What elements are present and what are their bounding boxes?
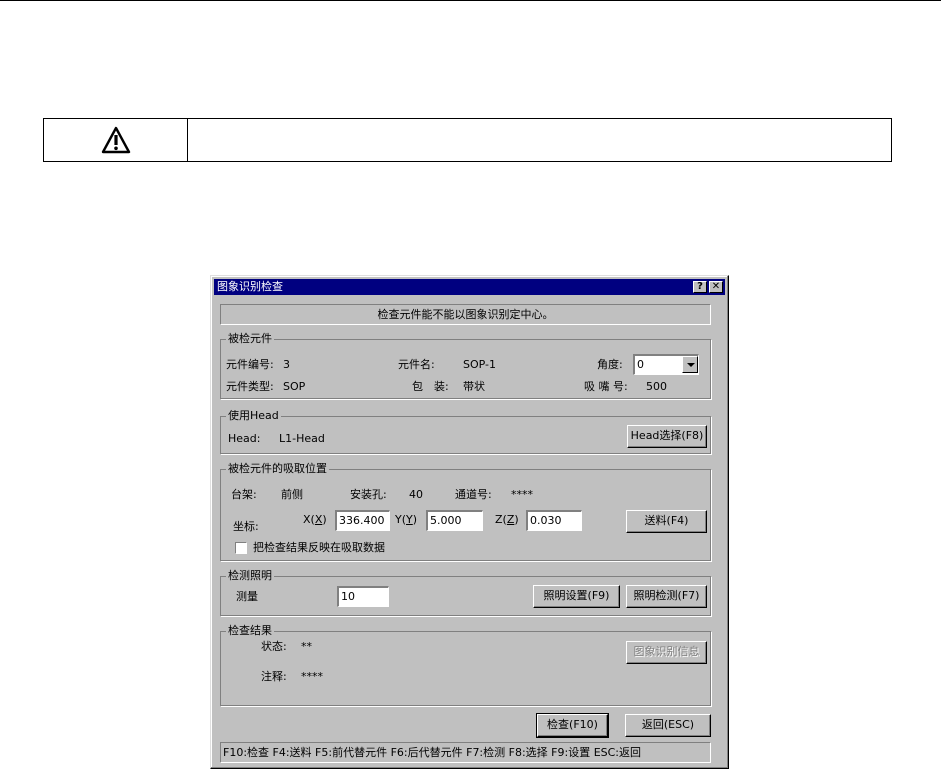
nozzle-label: 吸 嘴 号: <box>584 380 628 393</box>
head-value: L1-Head <box>279 432 325 445</box>
lighting-settings-button[interactable]: 照明设置(F9) <box>533 585 620 608</box>
warning-box <box>43 118 892 162</box>
result-status-value: ** <box>301 640 312 653</box>
measure-label: 测量 <box>236 590 258 603</box>
instruction-message: 检查元件能不能以图象识别定中心。 <box>220 304 711 325</box>
top-rule <box>0 0 941 1</box>
rack-label: 台架: <box>231 488 257 501</box>
result-group-legend: 检查结果 <box>226 624 274 638</box>
feed-button[interactable]: 送料(F4) <box>626 510 707 533</box>
angle-select-value: 0 <box>637 358 644 371</box>
nozzle-value: 500 <box>646 380 667 393</box>
package-value: 带状 <box>463 380 485 393</box>
reflect-result-checkbox[interactable] <box>235 542 247 554</box>
component-type-label: 元件类型: <box>226 380 274 393</box>
y-coordinate-input[interactable]: 5.000 <box>426 510 483 531</box>
lighting-group-legend: 检测照明 <box>226 569 274 583</box>
package-label: 包 装: <box>412 380 449 393</box>
help-button[interactable]: ? <box>693 281 707 293</box>
recognition-info-button[interactable]: 图象识别信息 <box>626 641 707 664</box>
pickup-position-group: 被检元件的吸取位置 台架: 前侧 安装孔: 40 通道号: **** 坐标: X… <box>220 462 711 561</box>
warning-icon <box>101 126 130 154</box>
z-field-label: Z(Z) <box>495 513 519 526</box>
component-number-label: 元件编号: <box>226 358 274 371</box>
component-name-value: SOP-1 <box>463 358 496 371</box>
title-bar: 图象识别检查 ? ✕ <box>214 279 725 295</box>
head-select-button[interactable]: Head选择(F8) <box>627 425 707 448</box>
mount-hole-value: 40 <box>409 488 423 501</box>
result-note-value: **** <box>301 670 323 683</box>
rack-value: 前侧 <box>281 488 303 501</box>
result-status-label: 状态: <box>261 640 287 653</box>
reflect-result-label[interactable]: 把检查结果反映在吸取数据 <box>253 541 385 555</box>
measure-input[interactable]: 10 <box>337 586 389 607</box>
chevron-down-icon[interactable] <box>682 356 698 373</box>
angle-select[interactable]: 0 <box>633 354 699 375</box>
head-label: Head: <box>228 432 261 445</box>
close-button[interactable]: ✕ <box>709 281 723 293</box>
component-type-value: SOP <box>283 380 306 393</box>
channel-value: **** <box>511 488 533 501</box>
warning-icon-cell <box>44 119 188 161</box>
back-button[interactable]: 返回(ESC) <box>625 714 711 737</box>
x-field-label: X(X) <box>303 513 327 526</box>
coordinate-label: 坐标: <box>233 520 259 533</box>
component-number-value: 3 <box>283 358 290 371</box>
lighting-test-button[interactable]: 照明检测(F7) <box>626 585 707 608</box>
result-note-label: 注释: <box>261 670 287 683</box>
z-coordinate-input[interactable]: 0.030 <box>526 510 582 531</box>
pickup-group-legend: 被检元件的吸取位置 <box>226 462 329 476</box>
lighting-group: 检测照明 测量 10 照明设置(F9) 照明检测(F7) <box>220 569 711 616</box>
y-field-label: Y(Y) <box>395 513 418 526</box>
component-group: 被检元件 元件编号: 3 元件名: SOP-1 角度: 0 元件类型: SOP … <box>220 332 711 399</box>
status-bar: F10:检查 F4:送料 F5:前代替元件 F6:后代替元件 F7:检测 F8:… <box>220 742 711 763</box>
angle-label: 角度: <box>597 358 623 371</box>
channel-label: 通道号: <box>455 488 492 501</box>
head-group-legend: 使用Head <box>226 409 281 423</box>
head-group: 使用Head Head: L1-Head Head选择(F8) <box>220 409 711 454</box>
mount-hole-label: 安装孔: <box>350 488 387 501</box>
image-recognition-check-dialog: 图象识别检查 ? ✕ 检查元件能不能以图象识别定中心。 被检元件 元件编号: 3… <box>210 275 729 769</box>
check-button[interactable]: 检查(F10) <box>536 713 609 738</box>
component-name-label: 元件名: <box>398 358 435 371</box>
x-coordinate-input[interactable]: 336.400 <box>335 510 390 531</box>
component-group-legend: 被检元件 <box>226 332 274 346</box>
result-group: 检查结果 状态: ** 图象识别信息 注释: **** <box>220 624 711 706</box>
dialog-title: 图象识别检查 <box>217 280 283 293</box>
